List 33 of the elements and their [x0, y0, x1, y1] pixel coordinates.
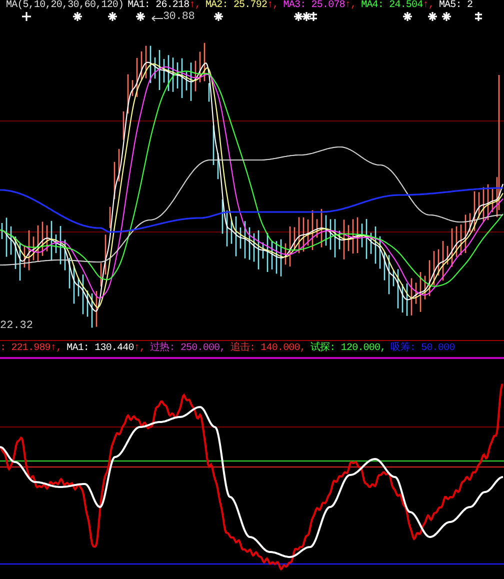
trend-arrow: ↑, [134, 343, 146, 355]
asterisk-icon [428, 12, 436, 21]
trend-arrow: ↑, [50, 343, 62, 355]
legend-value: 试探: 120.000, [310, 343, 386, 355]
cross-marker-icon [22, 12, 30, 21]
trend-arrow: ↑, [422, 0, 434, 12]
asterisk-icon [136, 12, 144, 21]
asterisk-icon [72, 12, 82, 21]
legend-value: 吸筹: 50.000 [390, 343, 455, 355]
legend-value: MA1: 130.440 [66, 343, 134, 355]
double-marker-icon [474, 12, 482, 21]
high-price-label: 30.88 [163, 11, 195, 23]
legend-value: MA3: 25.078 [283, 0, 345, 12]
legend-value: MA1: 26.218 [128, 0, 190, 12]
legend-value: MA2: 25.792 [205, 0, 268, 12]
leader-arrow-icon [151, 15, 163, 22]
double-marker-icon [308, 12, 318, 21]
legend-value: 过热: 250.000, [150, 343, 226, 355]
asterisk-icon [302, 12, 310, 21]
legend-value: MA4: 24.504 [361, 0, 423, 12]
legend-value: MA5: 2 [438, 0, 473, 12]
asterisk-icon [214, 12, 222, 21]
trend-arrow: ↑, [267, 0, 278, 12]
trend-arrow: ↑, [189, 0, 200, 12]
asterisk-icon [294, 12, 302, 21]
asterisk-icon [442, 12, 450, 21]
legend-value: 追击: 140.000, [230, 343, 306, 355]
asterisk-icon [402, 12, 412, 21]
trend-arrow: ↑, [344, 0, 356, 12]
asterisk-icon [108, 12, 116, 21]
low-price-label: 22.32 [0, 320, 34, 332]
legend-value: : 221.989 [0, 343, 50, 355]
indicator-title: MA(5,10,20,30,60,120) [6, 0, 124, 12]
